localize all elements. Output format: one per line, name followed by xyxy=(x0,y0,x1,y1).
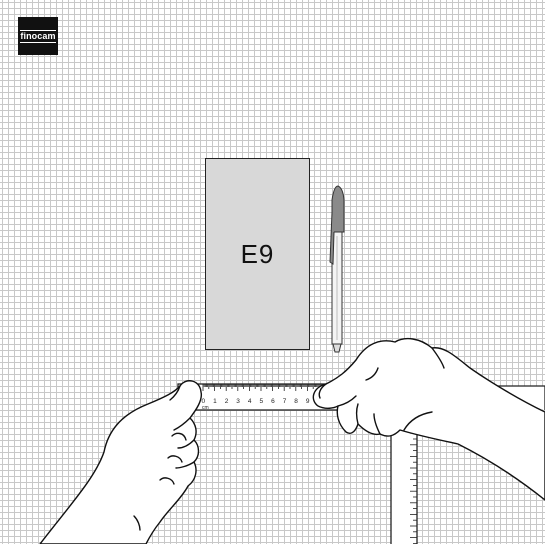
ruler-number: 0 xyxy=(202,398,206,405)
ruler-number: 1 xyxy=(213,398,217,405)
right-hand xyxy=(312,337,545,501)
ruler-number: 8 xyxy=(294,398,298,405)
pen-tip xyxy=(332,343,342,353)
ruler-number: 7 xyxy=(283,398,287,405)
ruler-number: 4 xyxy=(248,398,252,405)
ruler-number: 5 xyxy=(260,398,264,405)
ruler-number: 3 xyxy=(236,398,240,405)
illustration-canvas: 01 23 4 56 78 9 cm xyxy=(39,185,545,544)
ruler-number: 9 xyxy=(306,398,310,405)
pen-illustration xyxy=(329,185,345,353)
ruler-number: 2 xyxy=(225,398,229,405)
ruler-unit-label: cm xyxy=(202,405,209,411)
left-hand xyxy=(39,380,203,544)
ruler-number: 6 xyxy=(271,398,275,405)
pen-cap xyxy=(331,185,345,233)
